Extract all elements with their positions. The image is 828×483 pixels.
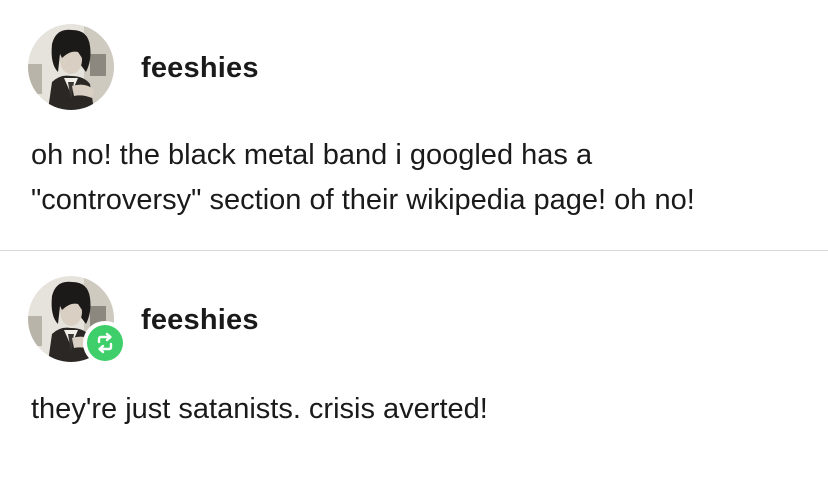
post-original: feeshies oh no! the black metal band i g… xyxy=(0,0,828,251)
post-body-line: oh no! the black metal band i googled ha… xyxy=(31,139,593,171)
avatar-photo-icon xyxy=(28,24,114,110)
post-divider xyxy=(0,250,828,251)
username[interactable]: feeshies xyxy=(141,51,259,85)
post-body: they're just satanists. crisis averted! xyxy=(31,387,811,432)
post-reblog: feeshies they're just satanists. crisis … xyxy=(0,252,828,483)
avatar[interactable] xyxy=(28,24,114,110)
post-body-line: they're just satanists. crisis averted! xyxy=(31,393,488,425)
reblog-icon xyxy=(87,325,123,361)
reblog-arrows-icon xyxy=(97,332,113,354)
post-body: oh no! the black metal band i googled ha… xyxy=(31,133,811,223)
username[interactable]: feeshies xyxy=(141,303,259,337)
reblog-badge xyxy=(83,321,127,365)
post-body-line: "controversy" section of their wikipedia… xyxy=(31,184,695,216)
